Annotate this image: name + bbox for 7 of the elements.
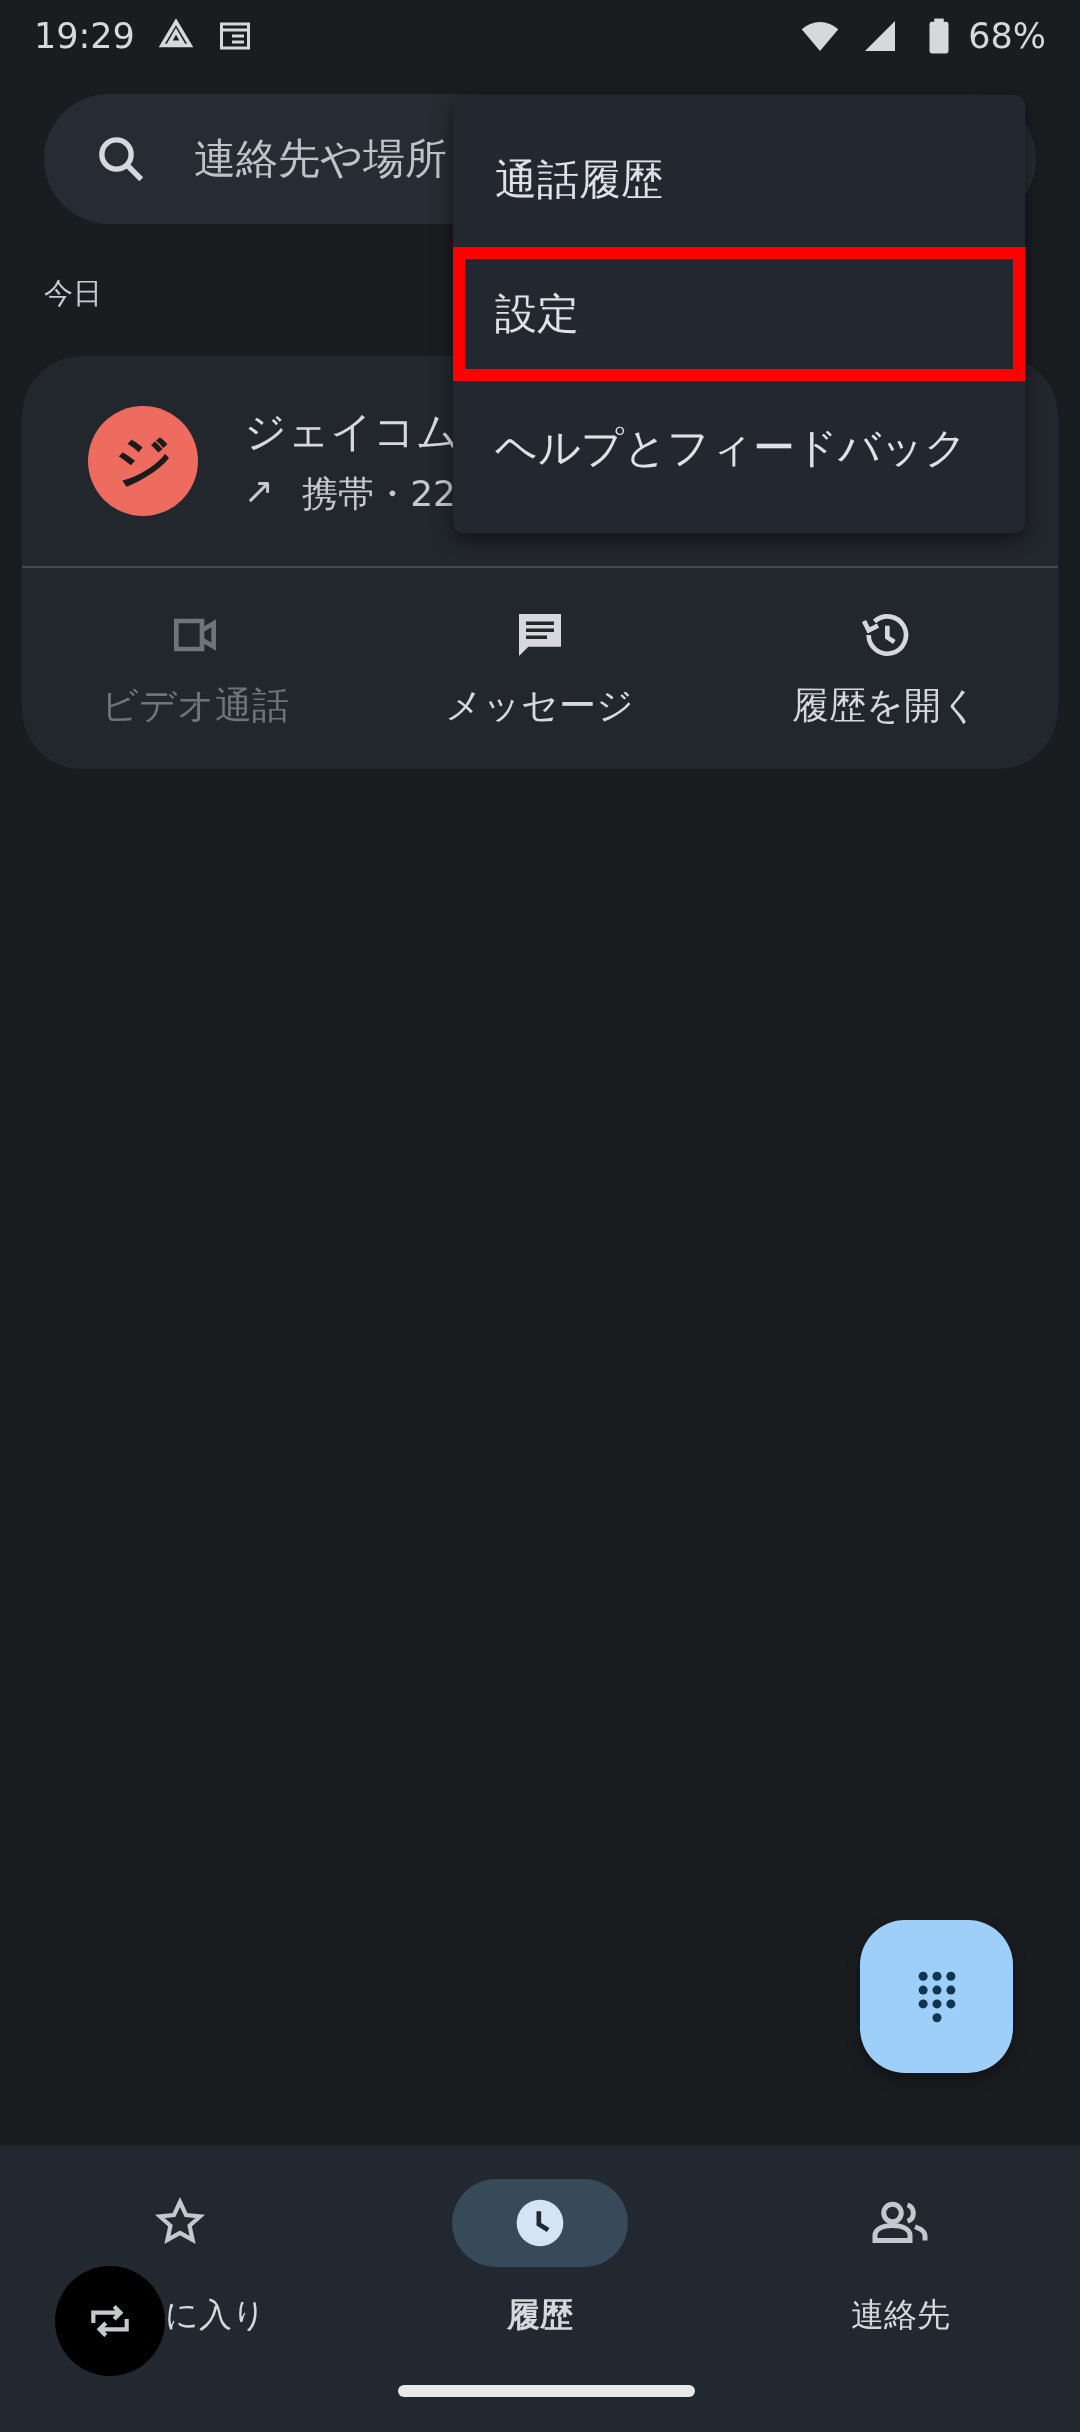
battery-percentage: 68% xyxy=(968,16,1046,56)
contact-avatar: ジ xyxy=(88,406,198,516)
status-time: 19:29 xyxy=(34,16,135,56)
section-header: 今日 xyxy=(44,275,102,312)
call-detail: 携帯・22 xyxy=(302,471,456,516)
call-direction-arrow: ↗ xyxy=(244,469,275,513)
contact-name: ジェイコム xyxy=(244,405,459,458)
